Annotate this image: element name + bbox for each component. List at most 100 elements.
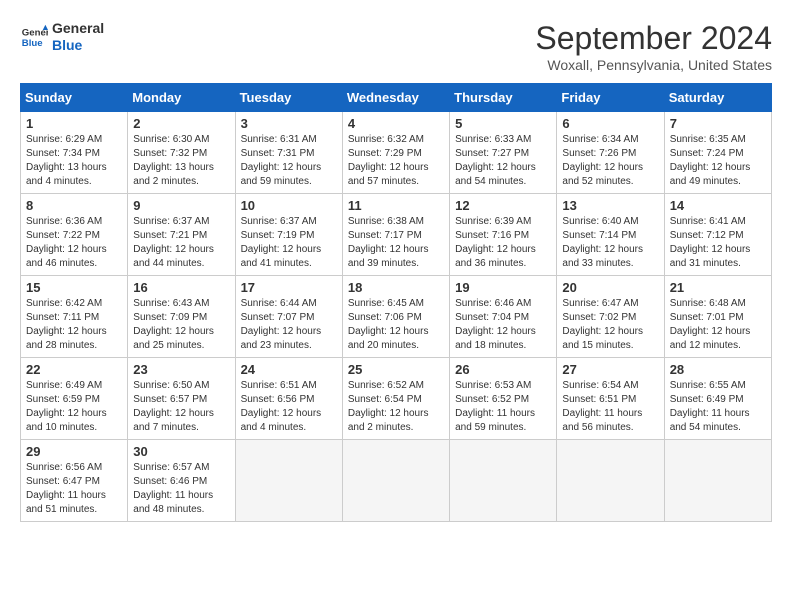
day-number: 9: [133, 198, 229, 213]
cell-info: Sunrise: 6:56 AMSunset: 6:47 PMDaylight:…: [26, 462, 106, 515]
calendar-cell: [342, 440, 449, 522]
header-tuesday: Tuesday: [235, 84, 342, 112]
calendar-cell: 10 Sunrise: 6:37 AMSunset: 7:19 PMDaylig…: [235, 194, 342, 276]
calendar-cell: 18 Sunrise: 6:45 AMSunset: 7:06 PMDaylig…: [342, 276, 449, 358]
day-number: 15: [26, 280, 122, 295]
calendar-cell: 17 Sunrise: 6:44 AMSunset: 7:07 PMDaylig…: [235, 276, 342, 358]
day-number: 27: [562, 362, 658, 377]
cell-info: Sunrise: 6:38 AMSunset: 7:17 PMDaylight:…: [348, 216, 429, 269]
header-sunday: Sunday: [21, 84, 128, 112]
cell-info: Sunrise: 6:46 AMSunset: 7:04 PMDaylight:…: [455, 298, 536, 351]
header: General Blue General Blue September 2024…: [20, 20, 772, 73]
calendar-cell: 3 Sunrise: 6:31 AMSunset: 7:31 PMDayligh…: [235, 112, 342, 194]
calendar-cell: 20 Sunrise: 6:47 AMSunset: 7:02 PMDaylig…: [557, 276, 664, 358]
calendar-cell: 2 Sunrise: 6:30 AMSunset: 7:32 PMDayligh…: [128, 112, 235, 194]
calendar-cell: 12 Sunrise: 6:39 AMSunset: 7:16 PMDaylig…: [450, 194, 557, 276]
cell-info: Sunrise: 6:55 AMSunset: 6:49 PMDaylight:…: [670, 380, 750, 433]
calendar-cell: [450, 440, 557, 522]
calendar-week-3: 15 Sunrise: 6:42 AMSunset: 7:11 PMDaylig…: [21, 276, 772, 358]
cell-info: Sunrise: 6:34 AMSunset: 7:26 PMDaylight:…: [562, 134, 643, 187]
calendar-week-4: 22 Sunrise: 6:49 AMSunset: 6:59 PMDaylig…: [21, 358, 772, 440]
day-number: 26: [455, 362, 551, 377]
cell-info: Sunrise: 6:37 AMSunset: 7:21 PMDaylight:…: [133, 216, 214, 269]
calendar-cell: 24 Sunrise: 6:51 AMSunset: 6:56 PMDaylig…: [235, 358, 342, 440]
header-wednesday: Wednesday: [342, 84, 449, 112]
calendar-cell: 8 Sunrise: 6:36 AMSunset: 7:22 PMDayligh…: [21, 194, 128, 276]
cell-info: Sunrise: 6:45 AMSunset: 7:06 PMDaylight:…: [348, 298, 429, 351]
cell-info: Sunrise: 6:40 AMSunset: 7:14 PMDaylight:…: [562, 216, 643, 269]
calendar-cell: 4 Sunrise: 6:32 AMSunset: 7:29 PMDayligh…: [342, 112, 449, 194]
calendar-cell: [235, 440, 342, 522]
calendar-cell: 13 Sunrise: 6:40 AMSunset: 7:14 PMDaylig…: [557, 194, 664, 276]
calendar-cell: 5 Sunrise: 6:33 AMSunset: 7:27 PMDayligh…: [450, 112, 557, 194]
cell-info: Sunrise: 6:41 AMSunset: 7:12 PMDaylight:…: [670, 216, 751, 269]
cell-info: Sunrise: 6:29 AMSunset: 7:34 PMDaylight:…: [26, 134, 107, 187]
cell-info: Sunrise: 6:52 AMSunset: 6:54 PMDaylight:…: [348, 380, 429, 433]
calendar-cell: [557, 440, 664, 522]
day-number: 4: [348, 116, 444, 131]
location-title: Woxall, Pennsylvania, United States: [535, 57, 772, 73]
calendar-cell: 11 Sunrise: 6:38 AMSunset: 7:17 PMDaylig…: [342, 194, 449, 276]
calendar-cell: 27 Sunrise: 6:54 AMSunset: 6:51 PMDaylig…: [557, 358, 664, 440]
calendar-cell: 26 Sunrise: 6:53 AMSunset: 6:52 PMDaylig…: [450, 358, 557, 440]
day-number: 3: [241, 116, 337, 131]
day-number: 24: [241, 362, 337, 377]
day-number: 21: [670, 280, 766, 295]
cell-info: Sunrise: 6:44 AMSunset: 7:07 PMDaylight:…: [241, 298, 322, 351]
cell-info: Sunrise: 6:31 AMSunset: 7:31 PMDaylight:…: [241, 134, 322, 187]
cell-info: Sunrise: 6:50 AMSunset: 6:57 PMDaylight:…: [133, 380, 214, 433]
day-number: 5: [455, 116, 551, 131]
svg-text:Blue: Blue: [22, 38, 43, 49]
day-number: 30: [133, 444, 229, 459]
day-number: 19: [455, 280, 551, 295]
day-number: 22: [26, 362, 122, 377]
day-number: 7: [670, 116, 766, 131]
day-number: 20: [562, 280, 658, 295]
calendar-cell: 28 Sunrise: 6:55 AMSunset: 6:49 PMDaylig…: [664, 358, 771, 440]
month-title: September 2024: [535, 20, 772, 57]
cell-info: Sunrise: 6:37 AMSunset: 7:19 PMDaylight:…: [241, 216, 322, 269]
day-number: 10: [241, 198, 337, 213]
cell-info: Sunrise: 6:39 AMSunset: 7:16 PMDaylight:…: [455, 216, 536, 269]
calendar-cell: 6 Sunrise: 6:34 AMSunset: 7:26 PMDayligh…: [557, 112, 664, 194]
logo-icon: General Blue: [20, 23, 48, 51]
cell-info: Sunrise: 6:54 AMSunset: 6:51 PMDaylight:…: [562, 380, 642, 433]
calendar-week-5: 29 Sunrise: 6:56 AMSunset: 6:47 PMDaylig…: [21, 440, 772, 522]
header-friday: Friday: [557, 84, 664, 112]
title-area: September 2024 Woxall, Pennsylvania, Uni…: [535, 20, 772, 73]
cell-info: Sunrise: 6:47 AMSunset: 7:02 PMDaylight:…: [562, 298, 643, 351]
day-number: 1: [26, 116, 122, 131]
day-number: 25: [348, 362, 444, 377]
day-number: 8: [26, 198, 122, 213]
header-monday: Monday: [128, 84, 235, 112]
cell-info: Sunrise: 6:51 AMSunset: 6:56 PMDaylight:…: [241, 380, 322, 433]
day-number: 12: [455, 198, 551, 213]
calendar-cell: 7 Sunrise: 6:35 AMSunset: 7:24 PMDayligh…: [664, 112, 771, 194]
day-number: 11: [348, 198, 444, 213]
calendar-table: SundayMondayTuesdayWednesdayThursdayFrid…: [20, 83, 772, 522]
calendar-header-row: SundayMondayTuesdayWednesdayThursdayFrid…: [21, 84, 772, 112]
calendar-week-1: 1 Sunrise: 6:29 AMSunset: 7:34 PMDayligh…: [21, 112, 772, 194]
day-number: 17: [241, 280, 337, 295]
cell-info: Sunrise: 6:35 AMSunset: 7:24 PMDaylight:…: [670, 134, 751, 187]
day-number: 23: [133, 362, 229, 377]
cell-info: Sunrise: 6:32 AMSunset: 7:29 PMDaylight:…: [348, 134, 429, 187]
day-number: 28: [670, 362, 766, 377]
cell-info: Sunrise: 6:43 AMSunset: 7:09 PMDaylight:…: [133, 298, 214, 351]
day-number: 29: [26, 444, 122, 459]
cell-info: Sunrise: 6:48 AMSunset: 7:01 PMDaylight:…: [670, 298, 751, 351]
calendar-cell: 22 Sunrise: 6:49 AMSunset: 6:59 PMDaylig…: [21, 358, 128, 440]
calendar-cell: 23 Sunrise: 6:50 AMSunset: 6:57 PMDaylig…: [128, 358, 235, 440]
logo-text: General Blue: [52, 20, 104, 54]
logo: General Blue General Blue: [20, 20, 104, 54]
calendar-cell: 21 Sunrise: 6:48 AMSunset: 7:01 PMDaylig…: [664, 276, 771, 358]
cell-info: Sunrise: 6:33 AMSunset: 7:27 PMDaylight:…: [455, 134, 536, 187]
cell-info: Sunrise: 6:36 AMSunset: 7:22 PMDaylight:…: [26, 216, 107, 269]
cell-info: Sunrise: 6:49 AMSunset: 6:59 PMDaylight:…: [26, 380, 107, 433]
calendar-cell: 14 Sunrise: 6:41 AMSunset: 7:12 PMDaylig…: [664, 194, 771, 276]
day-number: 6: [562, 116, 658, 131]
calendar-cell: 1 Sunrise: 6:29 AMSunset: 7:34 PMDayligh…: [21, 112, 128, 194]
day-number: 18: [348, 280, 444, 295]
day-number: 14: [670, 198, 766, 213]
calendar-cell: 29 Sunrise: 6:56 AMSunset: 6:47 PMDaylig…: [21, 440, 128, 522]
